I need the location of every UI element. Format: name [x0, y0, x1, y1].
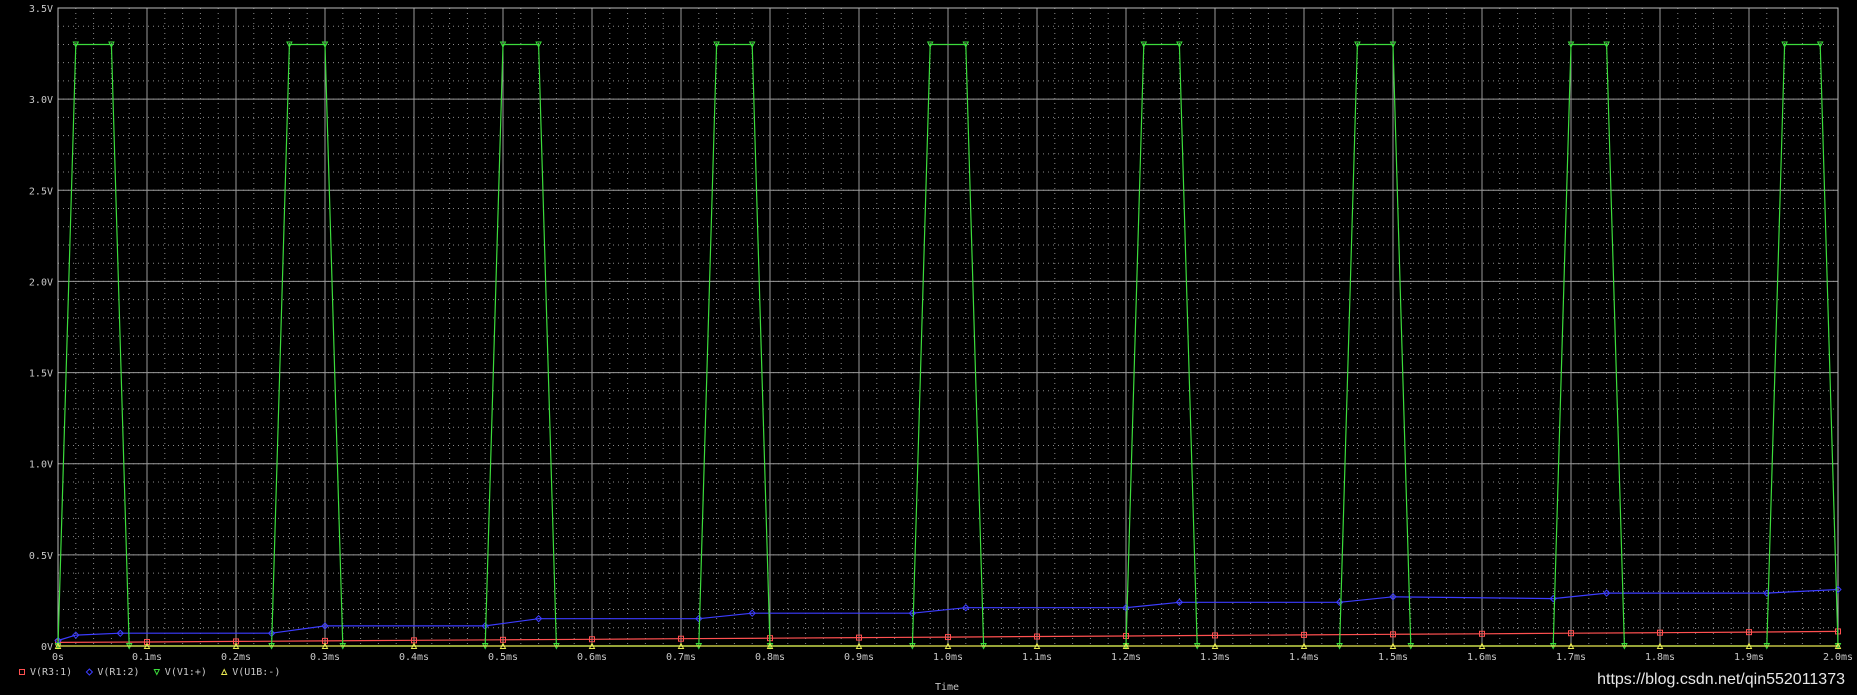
x-tick-label: 1.0ms: [933, 652, 963, 663]
x-tick-label: 1.5ms: [1378, 652, 1408, 663]
y-tick-label: 2.5V: [29, 186, 53, 197]
x-tick-label: 0.5ms: [488, 652, 518, 663]
x-tick-label: 0.8ms: [755, 652, 785, 663]
x-tick-label: 0.1ms: [132, 652, 162, 663]
y-tick-label: 0V: [41, 642, 53, 653]
axes: 0s 0.1ms 0.2ms 0.3ms 0.4ms 0.5ms 0.6ms 0.7ms 0.8…: [29, 4, 1853, 663]
y-tick-label: 0.5V: [29, 551, 53, 562]
x-tick-label: 0.7ms: [666, 652, 696, 663]
x-tick-label: 1.7ms: [1556, 652, 1586, 663]
y-tick-label: 2.0V: [29, 277, 53, 288]
watermark: https://blog.csdn.net/qin552011373: [1597, 671, 1845, 688]
waveform-plot: 0s 0.1ms 0.2ms 0.3ms 0.4ms 0.5ms 0.6ms 0.7ms 0.8…: [19, 4, 1853, 693]
legend-entry-label: V(R3:1): [30, 667, 72, 678]
x-tick-label: 1.2ms: [1111, 652, 1141, 663]
x-tick-label: 0.9ms: [844, 652, 874, 663]
grid: [57, 7, 1839, 647]
series-v-u1b---: [54, 642, 1842, 649]
legend: V(R3:1) V(R1:2) V(V1:+) V(U1B:-): [19, 667, 280, 678]
x-tick-label: 0.3ms: [310, 652, 340, 663]
series-marker: [220, 668, 228, 675]
x-tick-label: 0.2ms: [221, 652, 251, 663]
y-tick-label: 1.5V: [29, 369, 53, 380]
x-tick-label: 1.6ms: [1467, 652, 1497, 663]
x-tick-label: 1.3ms: [1200, 652, 1230, 663]
x-tick-label: 0s: [52, 652, 64, 663]
series-marker: [85, 668, 94, 676]
x-tick-label: 1.9ms: [1734, 652, 1764, 663]
x-tick-label: 1.1ms: [1022, 652, 1052, 663]
legend-entry-label: V(V1:+): [165, 667, 207, 678]
series-marker: [153, 669, 161, 676]
legend-entry-label: V(R1:2): [97, 667, 139, 678]
y-tick-label: 1.0V: [29, 460, 53, 471]
legend-entry-label: V(U1B:-): [232, 667, 280, 678]
y-tick-label: 3.5V: [29, 4, 53, 15]
x-tick-label: 1.8ms: [1645, 652, 1675, 663]
x-tick-label: 1.4ms: [1289, 652, 1319, 663]
x-tick-label: 0.6ms: [577, 652, 607, 663]
x-tick-label: 0.4ms: [399, 652, 429, 663]
series-marker: [19, 669, 25, 675]
y-tick-label: 3.0V: [29, 95, 53, 106]
x-axis-label: Time: [935, 682, 959, 693]
x-tick-label: 2.0ms: [1823, 652, 1853, 663]
